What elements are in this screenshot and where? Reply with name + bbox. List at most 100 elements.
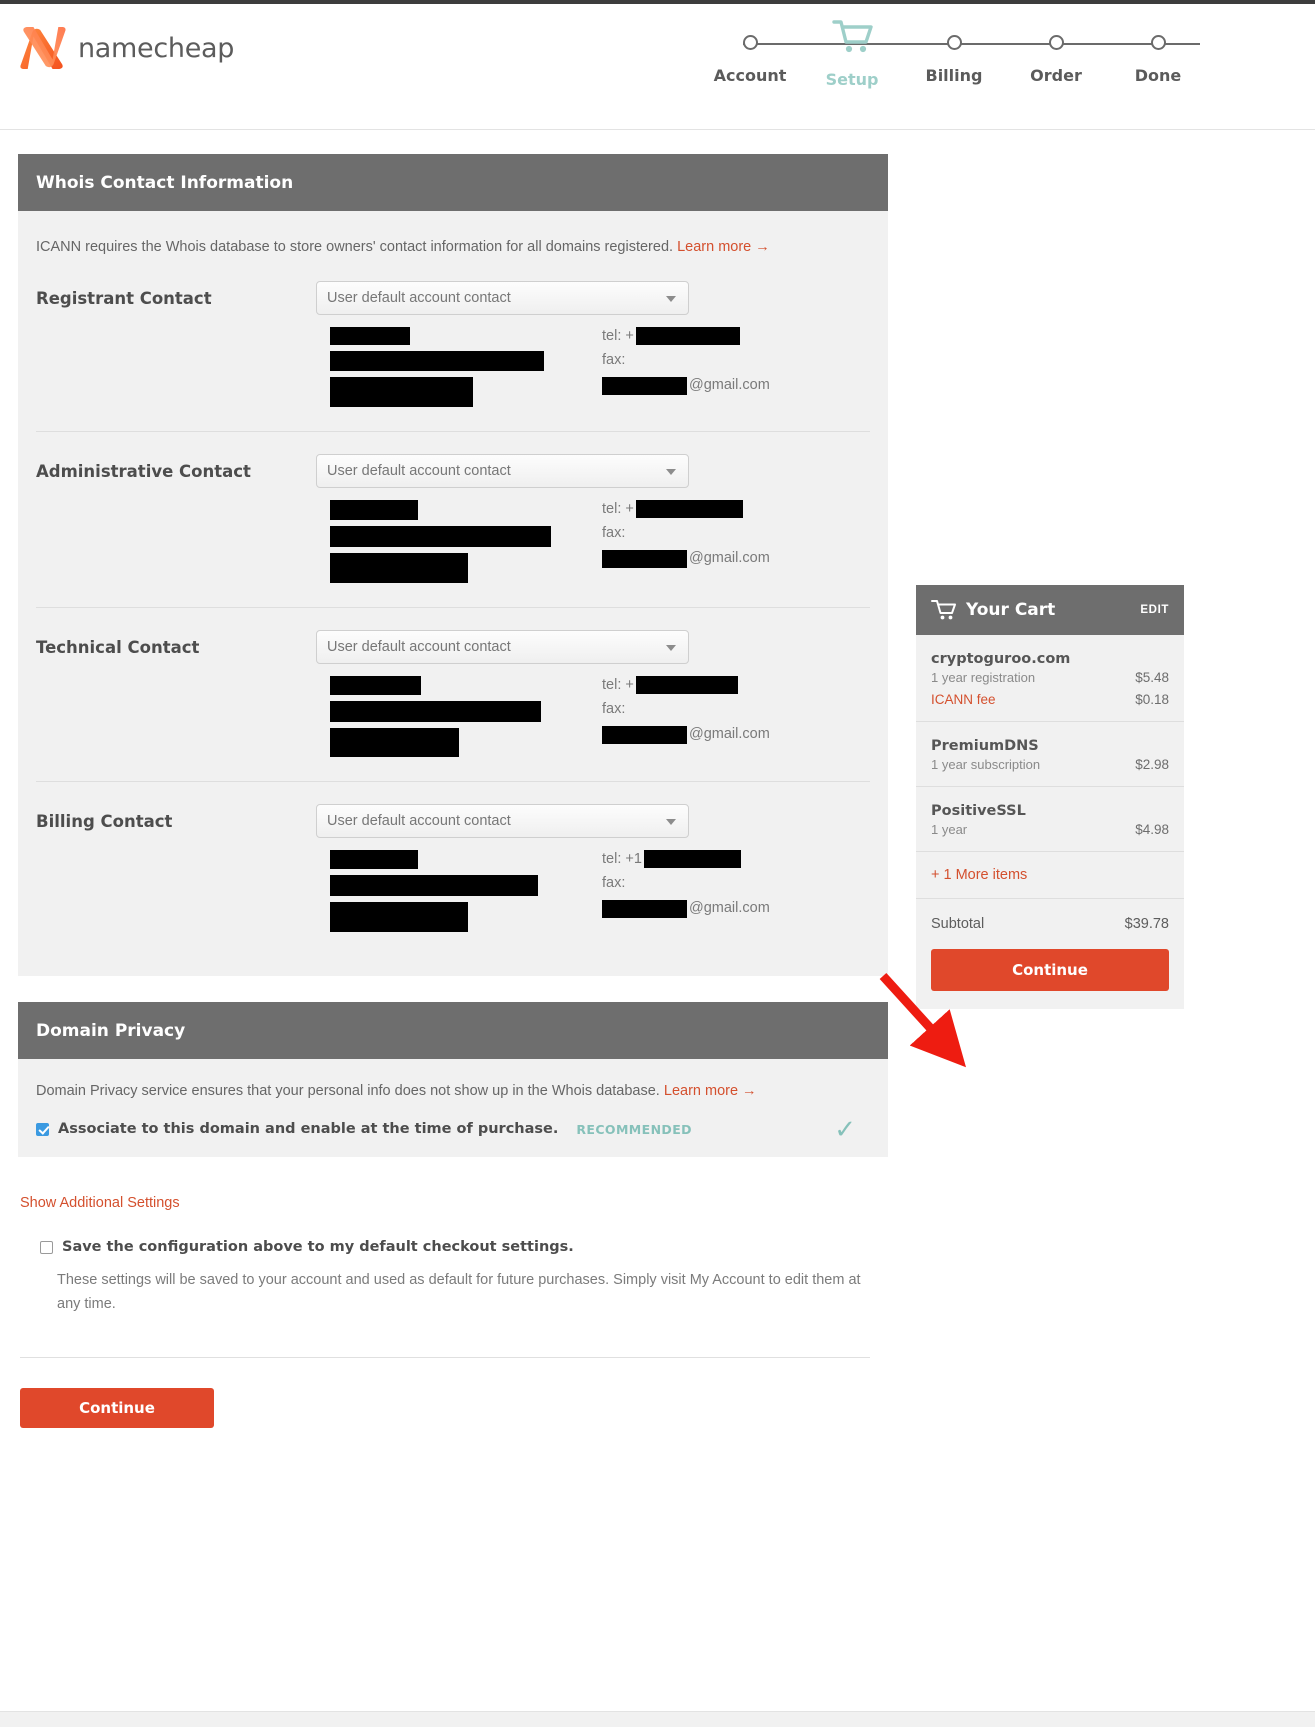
stepper-label: Account <box>713 66 787 85</box>
contact-label: Registrant Contact <box>36 288 212 308</box>
billing-contact-select[interactable]: User default account contact <box>316 804 689 839</box>
cart-item-premiumdns: PremiumDNS 1 year subscription $2.98 <box>916 722 1184 787</box>
redacted-bar <box>602 725 687 744</box>
save-config-checkbox[interactable] <box>40 1240 53 1254</box>
fax-label: fax: <box>602 701 626 718</box>
stepper-label: Done <box>1134 66 1182 85</box>
continue-button-bottom[interactable]: Continue <box>20 1388 214 1429</box>
cart-subtotal-label: Subtotal <box>931 916 985 932</box>
stepper-label: Billing <box>925 66 983 85</box>
tel-label: tel: + <box>602 500 634 517</box>
step-dot-icon <box>946 35 962 50</box>
cart-item-price: $2.98 <box>1135 757 1169 772</box>
redacted-bar <box>330 728 459 758</box>
privacy-associate-checkbox[interactable] <box>36 1122 49 1136</box>
cart-item-price: $5.48 <box>1135 670 1169 685</box>
domain-privacy-panel: Domain Privacy Domain Privacy service en… <box>18 1002 888 1158</box>
redacted-bar <box>330 676 421 696</box>
domain-privacy-body: Domain Privacy service ensures that your… <box>18 1059 888 1158</box>
technical-contact-select[interactable]: User default account contact <box>316 630 689 665</box>
cart-item-sub: 1 year <box>931 822 968 837</box>
tel-label: tel: + <box>602 676 634 693</box>
cart-item-domain: cryptoguroo.com 1 year registration $5.4… <box>916 635 1184 722</box>
additional-settings-section: Show Additional Settings Save the config… <box>18 1183 888 1429</box>
registrant-contact-select[interactable]: User default account contact <box>316 281 689 316</box>
cart-item-icann-fee-price: $0.18 <box>1135 692 1169 707</box>
cart-edit-link[interactable]: EDIT <box>1140 604 1169 616</box>
whois-intro-text: ICANN requires the Whois database to sto… <box>36 239 674 255</box>
fax-label: fax: <box>602 352 626 369</box>
stepper-step-setup[interactable]: Setup <box>802 20 902 89</box>
redacted-bar <box>330 377 473 408</box>
domain-privacy-description: Domain Privacy service ensures that your… <box>36 1083 870 1099</box>
contact-phone-email: tel: + fax: @gmail.com <box>602 327 870 413</box>
shopping-cart-icon <box>931 600 956 620</box>
redacted-bar <box>602 899 687 918</box>
whois-intro: ICANN requires the Whois database to sto… <box>36 237 870 257</box>
contact-billing: Billing Contact User default account con… <box>36 781 870 956</box>
contact-details: tel: + fax: @gmail.com <box>36 500 870 589</box>
privacy-checkbox-label: Associate to this domain and enable at t… <box>58 1121 559 1138</box>
recommended-badge: RECOMMENDED <box>576 1121 692 1137</box>
contact-phone-email: tel: + fax: @gmail.com <box>602 676 870 763</box>
chevron-down-icon <box>666 819 676 826</box>
save-config-note: These settings will be saved to your acc… <box>57 1272 861 1313</box>
chevron-down-icon <box>666 469 676 476</box>
stepper-label: Order <box>1030 66 1082 85</box>
domain-privacy-title: Domain Privacy <box>18 1002 888 1060</box>
cart-subtotal-value: $39.78 <box>1124 916 1169 932</box>
your-cart-panel: Your Cart EDIT cryptoguroo.com 1 year re… <box>916 585 1184 1009</box>
chevron-down-icon <box>666 645 676 652</box>
privacy-learn-more-link[interactable]: Learn more → <box>664 1083 757 1099</box>
administrative-contact-select[interactable]: User default account contact <box>316 454 689 489</box>
tel-label: tel: +1 <box>602 850 642 867</box>
cart-item-name: PremiumDNS <box>931 738 1039 754</box>
stepper-step-order[interactable]: Order <box>1006 30 1106 85</box>
redacted-bar <box>330 850 418 870</box>
cart-item-positivessl: PositiveSSL 1 year $4.98 <box>916 787 1184 852</box>
namecheap-logo-icon <box>20 26 66 70</box>
contact-address-redacted <box>330 327 602 413</box>
redacted-bar <box>602 376 687 395</box>
cart-item-name: cryptoguroo.com <box>931 651 1071 667</box>
step-dot-icon <box>1150 35 1166 50</box>
redacted-bar <box>330 327 410 346</box>
stepper-step-done[interactable]: Done <box>1108 30 1208 85</box>
stepper-step-account[interactable]: Account <box>700 30 800 85</box>
cart-item-name: PositiveSSL <box>931 803 1026 819</box>
select-value: User default account contact <box>327 290 511 307</box>
whois-panel-body: ICANN requires the Whois database to sto… <box>18 211 888 977</box>
fax-label: fax: <box>602 875 626 892</box>
cart-more-items-link[interactable]: + 1 More items <box>916 852 1184 899</box>
cart-item-icann-fee-label: ICANN fee <box>931 692 996 707</box>
checkmark-icon: ✓ <box>834 1114 856 1145</box>
save-config-label: Save the configuration above to my defau… <box>62 1239 574 1256</box>
save-config-row: Save the configuration above to my defau… <box>20 1239 870 1255</box>
contact-label: Technical Contact <box>36 637 200 657</box>
cart-continue-button[interactable]: Continue <box>931 949 1169 991</box>
shopping-cart-icon <box>832 20 873 53</box>
redacted-bar <box>330 875 538 897</box>
contact-address-redacted <box>330 500 602 589</box>
contact-label: Administrative Contact <box>36 461 251 481</box>
contact-label: Billing Contact <box>36 811 173 831</box>
whois-panel-title: Whois Contact Information <box>18 154 888 211</box>
stepper-label: Setup <box>825 70 879 89</box>
redacted-bar <box>643 850 741 869</box>
namecheap-logo[interactable]: namecheap <box>18 26 234 70</box>
contact-address-redacted <box>330 676 602 763</box>
stepper-step-billing[interactable]: Billing <box>904 30 1004 85</box>
step-dot-icon <box>742 35 758 50</box>
cart-subtotal-row: Subtotal $39.78 <box>916 899 1184 949</box>
whois-panel: Whois Contact Information ICANN requires… <box>18 154 888 977</box>
section-divider <box>20 1357 870 1359</box>
email-suffix: @gmail.com <box>689 376 770 393</box>
privacy-checkbox-row: Associate to this domain and enable at t… <box>36 1116 870 1142</box>
redacted-bar <box>330 526 551 548</box>
select-value: User default account contact <box>327 463 511 480</box>
cart-item-sub: 1 year registration <box>931 670 1036 685</box>
redacted-bar <box>635 327 740 346</box>
contact-details: tel: +1 fax: @gmail.com <box>36 850 870 938</box>
whois-learn-more-link[interactable]: Learn more → <box>677 239 770 255</box>
show-additional-settings-link[interactable]: Show Additional Settings <box>20 1195 180 1211</box>
